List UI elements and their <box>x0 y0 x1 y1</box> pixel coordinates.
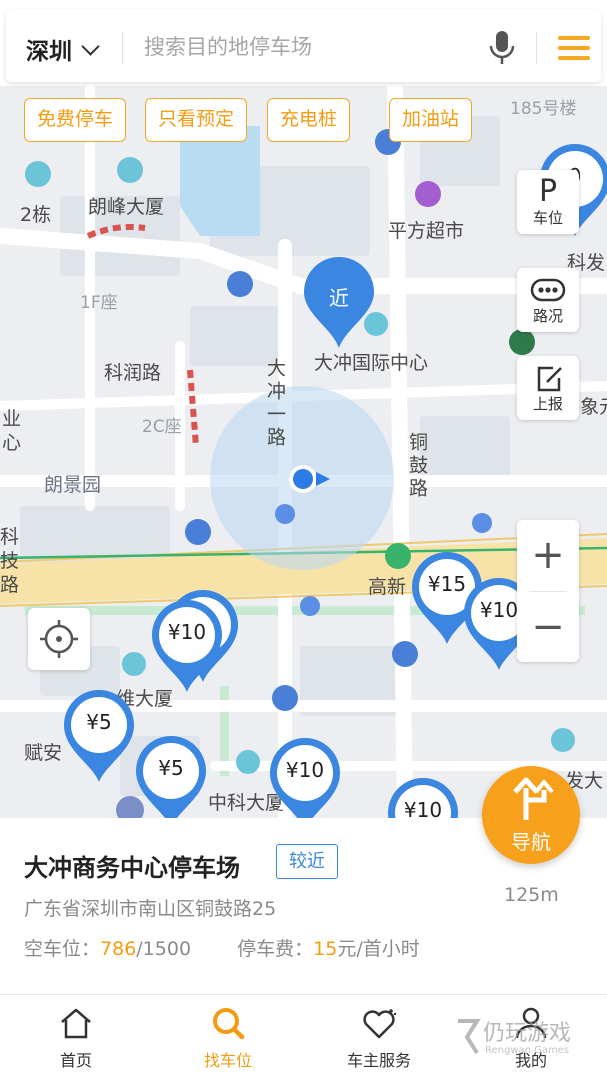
price-pin-label: ¥5 <box>86 710 112 734</box>
map-label-road: 铜鼓路 <box>406 432 428 501</box>
map-pin-icon <box>64 690 134 782</box>
price-pin-label: ¥10 <box>285 758 325 782</box>
parking-distance: 125m <box>504 884 559 906</box>
map-label-building: 2栋 <box>20 204 52 226</box>
map-label-area: 心 <box>2 432 22 454</box>
traffic-button[interactable]: 路况 <box>517 268 579 332</box>
parking-icon: P <box>538 174 558 209</box>
zoom-in-button[interactable]: + <box>517 520 579 590</box>
price-pin-label: ¥10 <box>167 620 207 644</box>
edit-icon <box>537 366 562 392</box>
search-input[interactable] <box>144 30 474 64</box>
city-selector[interactable]: 深圳 <box>26 32 72 66</box>
map-label-road: 科润路 <box>104 362 162 384</box>
tab-owner-services-label: 车主服务 <box>346 1051 411 1070</box>
map-label-road: 大冲一路 <box>264 358 286 450</box>
map-label-building: 2C座 <box>142 417 182 437</box>
heart-service-icon <box>363 1009 397 1039</box>
free-spaces-label: 空车位： <box>24 938 101 960</box>
price-pin[interactable]: ¥5 <box>134 734 208 818</box>
map-label-building: 象元 <box>580 396 607 418</box>
tab-find-parking[interactable]: 找车位 <box>168 995 288 1080</box>
parking-lot-name: 大冲商务中心停车场 <box>24 854 240 882</box>
divider <box>122 32 123 64</box>
watermark-logo-icon <box>458 1019 481 1055</box>
map-label-road: 路 <box>0 574 20 596</box>
microphone-icon[interactable] <box>486 28 518 68</box>
parking-spots-label: 车位 <box>532 209 563 227</box>
nearest-pin-label: 近 <box>329 286 349 310</box>
tab-home-label: 首页 <box>59 1051 92 1070</box>
map-label-building: 赋安 <box>24 742 63 764</box>
free-spaces-count: 786 <box>100 938 137 960</box>
price-pin[interactable]: ¥10 <box>150 598 224 694</box>
home-icon <box>61 1008 91 1039</box>
price-pin-label: ¥10 <box>403 798 443 818</box>
parking-stats: 空车位：786/1500 停车费：15元/首小时 <box>24 934 420 961</box>
locate-me-button[interactable] <box>28 608 90 670</box>
traffic-label: 路况 <box>532 307 563 325</box>
map-label-building: 1F座 <box>80 293 118 313</box>
map-label-building: 朗峰大厦 <box>88 196 165 218</box>
fee-label: 停车费： <box>237 938 314 960</box>
map-pin-icon <box>152 600 222 692</box>
filter-free-parking[interactable]: 免费停车 <box>24 98 127 142</box>
watermark-logo: 仍玩游戏 Rengwan Games <box>455 1013 605 1073</box>
parking-address: 广东省深圳市南山区铜鼓路25 <box>24 898 277 920</box>
map-label-area: 朗景园 <box>44 474 102 496</box>
filter-reservable[interactable]: 只看预定 <box>145 98 248 142</box>
map-label-building: 大冲国际中心 <box>314 352 429 374</box>
price-pin[interactable]: ¥10 <box>386 776 460 818</box>
top-bar: 深圳 <box>0 0 607 86</box>
filter-charging[interactable]: 充电桩 <box>267 98 351 142</box>
crosshair-icon <box>40 620 78 658</box>
tab-find-parking-label: 找车位 <box>203 1051 252 1070</box>
map-label-store: 平方超市 <box>388 220 465 242</box>
map-label-road: 技 <box>0 550 20 572</box>
map-label-station: 高新 <box>368 576 407 598</box>
total-spaces: /1500 <box>136 938 192 960</box>
map-view[interactable]: 2栋 朗峰大厦 平方超市 1F座 科润路 大冲国际中心 大冲一路 2C座 朗景园… <box>0 86 607 818</box>
watermark-text: 仍玩游戏 <box>483 1021 572 1046</box>
filter-chips: 免费停车 只看预定 充电桩 加油站 <box>0 98 607 142</box>
divider <box>536 32 537 64</box>
fee-unit: 元/首小时 <box>337 938 420 960</box>
nearest-parking-pin[interactable]: 近 <box>302 256 376 350</box>
navigate-label: 导航 <box>511 830 551 854</box>
distance-badge: 较近 <box>276 844 338 879</box>
search-bar: 深圳 <box>6 10 601 82</box>
fee-value: 15 <box>313 938 338 960</box>
navigate-button[interactable]: 导航 <box>482 766 580 864</box>
tab-owner-services[interactable]: 车主服务 <box>319 995 439 1080</box>
turn-arrow-icon <box>513 777 554 820</box>
report-button[interactable]: 上报 <box>517 356 579 420</box>
chevron-down-icon[interactable] <box>81 37 100 56</box>
search-icon <box>213 1008 245 1040</box>
price-pin[interactable]: ¥5 <box>62 688 136 784</box>
map-label-area: 业 <box>2 408 22 430</box>
parking-spots-button[interactable]: P 车位 <box>517 170 579 234</box>
zoom-controls: + − <box>517 520 579 662</box>
zoom-out-button[interactable]: − <box>517 592 579 662</box>
hamburger-menu-icon[interactable] <box>558 36 592 62</box>
tab-home[interactable]: 首页 <box>16 995 136 1080</box>
map-label-road: 科 <box>0 526 20 548</box>
price-pin[interactable]: ¥10 <box>268 736 342 818</box>
traffic-icon <box>530 278 566 302</box>
filter-gas-station[interactable]: 加油站 <box>389 98 473 142</box>
watermark-subtext: Rengwan Games <box>485 1045 570 1056</box>
price-pin-label: ¥5 <box>158 756 184 780</box>
report-label: 上报 <box>532 395 563 413</box>
